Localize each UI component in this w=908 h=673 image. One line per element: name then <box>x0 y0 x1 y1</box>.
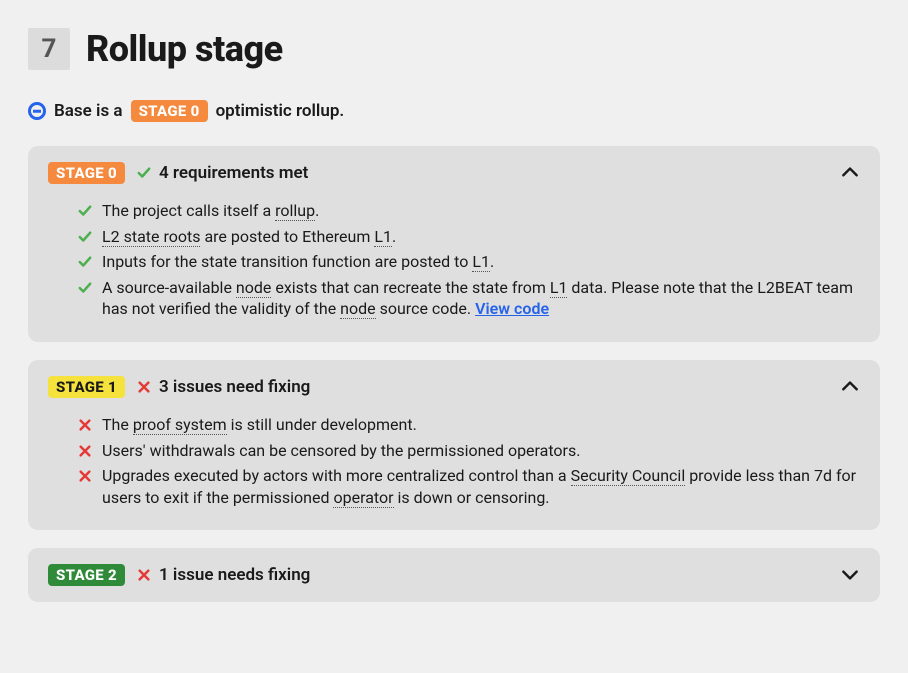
requirement-text: The proof system is still under developm… <box>102 414 417 436</box>
chevron-up-icon[interactable] <box>840 377 860 397</box>
requirement-text: A source-available node exists that can … <box>102 277 860 320</box>
requirement-item: The project calls itself a rollup. <box>78 200 860 222</box>
requirement-item: L2 state roots are posted to Ethereum L1… <box>78 226 860 248</box>
check-icon <box>78 204 92 218</box>
stage-card: STAGE 2 1 issue needs fixing <box>28 548 880 602</box>
summary-prefix: Base is a <box>54 101 123 121</box>
section-number: 7 <box>28 28 70 70</box>
summary-suffix: optimistic rollup. <box>216 101 345 121</box>
check-icon <box>78 281 92 295</box>
requirement-item: Inputs for the state transition function… <box>78 251 860 273</box>
check-icon <box>78 255 92 269</box>
stage-status: 3 issues need fixing <box>137 377 310 397</box>
check-icon <box>78 230 92 244</box>
stage-card-header[interactable]: STAGE 1 3 issues need fixing <box>28 360 880 414</box>
requirement-text: Upgrades executed by actors with more ce… <box>102 465 860 508</box>
chevron-up-icon[interactable] <box>840 163 860 183</box>
requirement-item: Users' withdrawals can be censored by th… <box>78 440 860 462</box>
x-icon <box>137 568 151 582</box>
x-icon <box>78 418 92 432</box>
requirement-text: The project calls itself a rollup. <box>102 200 319 222</box>
requirement-text: L2 state roots are posted to Ethereum L1… <box>102 226 396 248</box>
stage-status-text: 3 issues need fixing <box>159 377 310 397</box>
stage-card-header[interactable]: STAGE 2 1 issue needs fixing <box>28 548 880 602</box>
stage-status-text: 1 issue needs fixing <box>159 565 310 585</box>
stage-status: 4 requirements met <box>137 163 308 183</box>
x-icon <box>78 469 92 483</box>
view-code-link[interactable]: View code <box>475 299 549 318</box>
stage-status-text: 4 requirements met <box>159 163 308 183</box>
stage-badge: STAGE 1 <box>48 376 125 398</box>
stage-card: STAGE 1 3 issues need fixing The proof sys… <box>28 360 880 530</box>
requirement-text: Users' withdrawals can be censored by th… <box>102 440 580 462</box>
requirement-item: A source-available node exists that can … <box>78 277 860 320</box>
stage-status: 1 issue needs fixing <box>137 565 310 585</box>
stage-card-body: The proof system is still under developm… <box>28 414 880 530</box>
requirement-item: Upgrades executed by actors with more ce… <box>78 465 860 508</box>
stage-card-body: The project calls itself a rollup. L2 sta… <box>28 200 880 342</box>
requirement-item: The proof system is still under developm… <box>78 414 860 436</box>
chevron-down-icon[interactable] <box>840 565 860 585</box>
stage-card: STAGE 0 4 requirements met The project cal… <box>28 146 880 342</box>
stage-badge: STAGE 0 <box>48 162 125 184</box>
stage-badge: STAGE 2 <box>48 564 125 586</box>
info-circle-icon <box>28 102 46 120</box>
requirement-text: Inputs for the state transition function… <box>102 251 494 273</box>
section-title: Rollup stage <box>86 28 283 70</box>
x-icon <box>78 444 92 458</box>
check-icon <box>137 166 151 180</box>
summary-stage-badge: STAGE 0 <box>131 100 208 122</box>
stage-card-header[interactable]: STAGE 0 4 requirements met <box>28 146 880 200</box>
x-icon <box>137 380 151 394</box>
stage-summary: Base is a STAGE 0 optimistic rollup. <box>28 100 880 122</box>
